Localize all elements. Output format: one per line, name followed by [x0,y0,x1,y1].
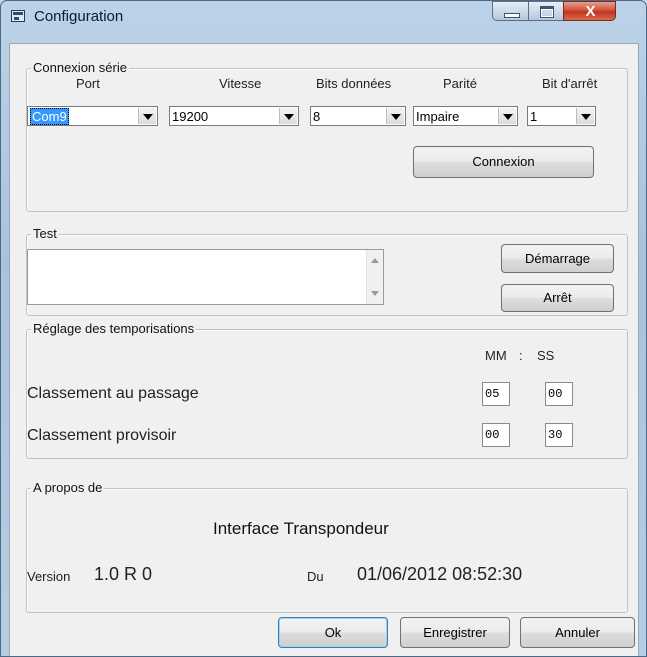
cancel-button[interactable]: Annuler [520,617,635,648]
app-window-icon [11,10,25,22]
ok-button[interactable]: Ok [278,617,388,648]
start-button[interactable]: Démarrage [501,244,614,273]
about-group: A propos de Interface Transpondeur Versi… [26,480,628,613]
chevron-down-icon[interactable] [138,108,156,124]
passage-seconds-input[interactable]: 00 [545,382,573,406]
configuration-window: Configuration X Connexion série Port Vit… [0,0,647,657]
timing-row-label: Classement provisoir [27,427,177,444]
serial-group-legend: Connexion série [31,60,129,76]
timing-group: Réglage des temporisations MM : SS Class… [26,321,628,459]
port-select[interactable]: Com9 [27,106,158,126]
test-output-scrollbar[interactable] [366,250,383,304]
port-header: Port [76,76,100,91]
build-date-value: 01/06/2012 08:52:30 [357,564,523,584]
stop-bit-header: Bit d'arrêt [542,76,598,91]
parity-header: Parité [443,76,477,91]
scroll-up-icon[interactable] [371,258,379,263]
seconds-header: SS [537,348,555,363]
data-bits-header: Bits données [316,76,392,91]
test-group: Test Démarrage Arrêt [26,226,628,316]
timing-group-legend: Réglage des temporisations [31,321,197,337]
test-group-legend: Test [31,226,59,242]
stop-bit-select[interactable]: 1 [527,106,596,126]
minimize-button[interactable] [492,1,529,21]
close-icon: X [585,3,596,20]
dialog-body: Connexion série Port Vitesse Bits donnée… [9,43,639,656]
parity-select[interactable]: Impaire [413,106,518,126]
timing-row-label: Classement au passage [27,385,199,402]
speed-select[interactable]: 19200 [169,106,299,126]
version-value: 1.0 R 0 [94,564,153,584]
product-name: Interface Transpondeur [213,519,389,538]
chevron-down-icon[interactable] [279,108,297,124]
speed-value: 19200 [172,109,209,124]
stop-bit-value: 1 [530,109,538,124]
serial-connection-group: Connexion série Port Vitesse Bits donnée… [26,60,628,212]
version-label: Version [27,569,71,584]
connect-button[interactable]: Connexion [413,146,594,178]
stop-button[interactable]: Arrêt [501,284,614,312]
window-title: Configuration [34,8,124,25]
maximize-button[interactable] [528,1,564,21]
passage-minutes-input[interactable]: 05 [482,382,510,406]
save-button[interactable]: Enregistrer [400,617,510,648]
parity-value: Impaire [416,109,460,124]
test-output-textarea[interactable] [27,249,384,305]
date-label: Du [307,569,324,584]
scroll-down-icon[interactable] [371,291,379,296]
speed-header: Vitesse [219,76,262,91]
minimize-icon [504,13,520,18]
title-bar[interactable]: Configuration X [1,1,646,31]
chevron-down-icon[interactable] [386,108,404,124]
about-group-legend: A propos de [31,480,105,496]
close-button[interactable]: X [563,1,616,21]
port-value: Com9 [30,108,69,125]
maximize-icon [540,6,554,18]
chevron-down-icon[interactable] [498,108,516,124]
provisional-minutes-input[interactable]: 00 [482,423,510,447]
data-bits-select[interactable]: 8 [310,106,406,126]
chevron-down-icon[interactable] [576,108,594,124]
minutes-header: MM [485,348,507,363]
provisional-seconds-input[interactable]: 30 [545,423,573,447]
data-bits-value: 8 [313,109,321,124]
time-separator: : [519,348,523,363]
